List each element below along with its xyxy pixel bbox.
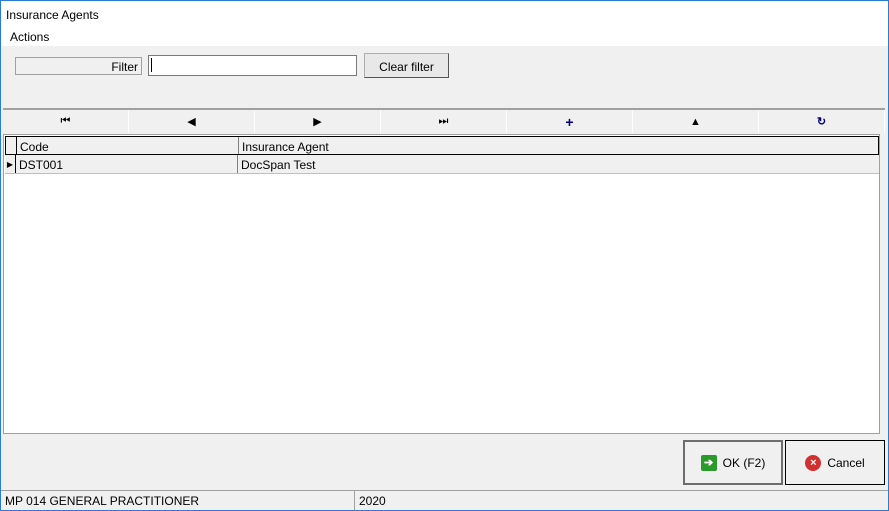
insert-record-button[interactable]: + <box>507 110 633 133</box>
plus-icon: + <box>565 113 574 130</box>
text-caret <box>151 58 152 72</box>
green-arrow-icon: ➔ <box>700 454 717 471</box>
prior-icon: ◀ <box>187 116 196 128</box>
ok-button[interactable]: ➔ OK (F2) <box>683 440 783 485</box>
filter-input[interactable] <box>148 55 357 76</box>
edit-record-button[interactable]: ▲ <box>633 110 759 133</box>
up-arrow-icon: ▲ <box>690 115 701 128</box>
next-icon: ▶ <box>313 116 322 128</box>
cancel-label: Cancel <box>827 455 865 470</box>
last-icon: ⏭ <box>438 115 449 127</box>
last-record-button[interactable]: ⏭ <box>381 110 507 133</box>
first-icon: ⏮ <box>60 115 71 127</box>
cell-code[interactable]: DST001 <box>16 155 238 173</box>
column-header-agent[interactable]: Insurance Agent <box>239 137 878 154</box>
table-row[interactable]: ▶ DST001 DocSpan Test <box>5 155 879 174</box>
ok-label: OK (F2) <box>722 455 766 470</box>
agents-grid[interactable]: Code Insurance Agent ▶ DST001 DocSpan Te… <box>3 134 880 434</box>
prior-record-button[interactable]: ◀ <box>129 110 255 133</box>
cancel-button[interactable]: × Cancel <box>785 440 885 485</box>
status-bar: MP 014 GENERAL PRACTITIONER 2020 <box>1 490 888 510</box>
grid-header: Code Insurance Agent <box>5 136 879 155</box>
menu-actions[interactable]: Actions <box>10 30 49 44</box>
insurance-agents-window: Insurance Agents Actions Filter Clear fi… <box>0 0 889 511</box>
column-header-code[interactable]: Code <box>17 137 239 154</box>
row-indicator-icon: ▶ <box>5 155 16 173</box>
navigator-bar: ⏮ ◀ ▶ ⏭ + ▲ ↻ <box>3 108 885 133</box>
clear-filter-button[interactable]: Clear filter <box>364 53 449 78</box>
cell-agent[interactable]: DocSpan Test <box>238 155 879 173</box>
first-record-button[interactable]: ⏮ <box>3 110 129 133</box>
cancel-x-icon: × <box>805 454 822 471</box>
menu-bar: Actions <box>1 29 888 46</box>
next-record-button[interactable]: ▶ <box>255 110 381 133</box>
refresh-button[interactable]: ↻ <box>759 110 885 133</box>
title-bar: Insurance Agents <box>1 1 888 29</box>
refresh-icon: ↻ <box>816 116 827 128</box>
filter-label: Filter <box>15 57 142 75</box>
status-year: 2020 <box>359 494 386 508</box>
status-practice: MP 014 GENERAL PRACTITIONER <box>1 491 355 510</box>
